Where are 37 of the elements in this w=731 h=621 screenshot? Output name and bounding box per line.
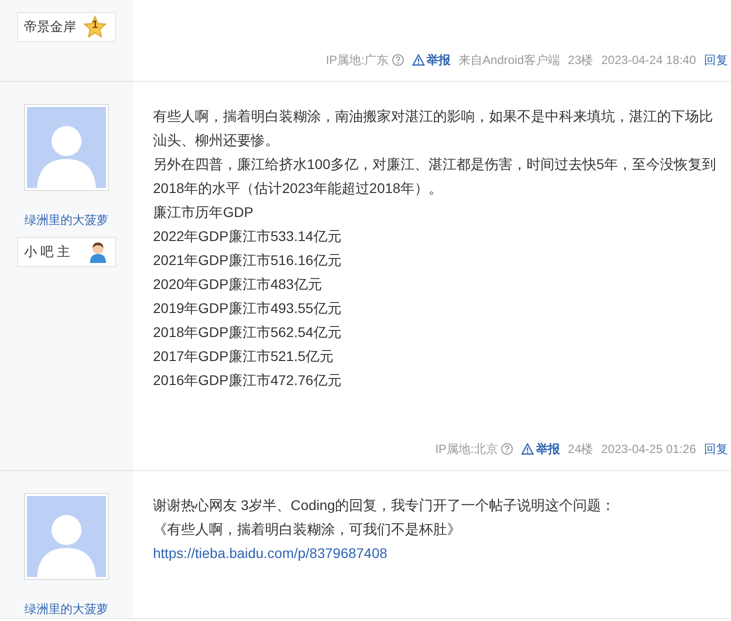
badge-label: 帝景金岸: [24, 18, 76, 36]
help-icon[interactable]: [500, 443, 513, 455]
post-text: 2017年GDP廉江市521.5亿元: [153, 347, 335, 366]
post-text: 2019年GDP廉江市493.55亿元: [153, 299, 342, 318]
level-number: 1: [90, 19, 100, 31]
post-time: 2023-04-25 01:26: [601, 441, 696, 458]
person-icon: [89, 241, 107, 263]
post-text: 2018年GDP廉江市562.54亿元: [153, 323, 342, 342]
post-text: 2021年GDP廉江市516.16亿元: [153, 251, 342, 270]
post-text: 2022年GDP廉江市533.14亿元: [153, 227, 342, 246]
post-link[interactable]: https://tieba.baidu.com/p/8379687408: [153, 545, 388, 561]
reply-link[interactable]: 回复: [704, 440, 728, 458]
help-icon[interactable]: [392, 54, 404, 66]
floor-number: 23楼: [568, 52, 594, 69]
report-link[interactable]: 举报: [426, 51, 451, 69]
post-text: 2016年GDP廉江市472.76亿元: [153, 371, 342, 390]
post-text: 另外在四普，廉江给挤水100多亿，对廉江、湛江都是伤害，时间过去快5年，至今没恢复到2018年的水平（估计2023年能超过2018年）。: [153, 155, 718, 198]
reply-link[interactable]: 回复: [704, 51, 728, 69]
post-text: 2020年GDP廉江市483亿元: [153, 275, 323, 294]
floor-number: 24楼: [568, 441, 594, 458]
ip-location: IP属地:广东: [326, 52, 389, 69]
avatar-icon[interactable]: [24, 493, 109, 580]
warning-icon[interactable]: [520, 443, 534, 455]
avatar-icon[interactable]: [24, 104, 109, 191]
post-text: 谢谢热心网友 3岁半、Coding的回复，我专门开了一个帖子说明这个问题：: [153, 496, 616, 515]
username-link[interactable]: 绿洲里的大菠萝: [24, 211, 108, 229]
post-text: 廉江市历年GDP: [153, 203, 254, 222]
report-link[interactable]: 举报: [536, 440, 560, 458]
post-time: 2023-04-24 18:40: [601, 52, 696, 69]
star-icon: [83, 15, 107, 39]
badge-label: 小 吧 主: [24, 243, 70, 261]
warning-icon[interactable]: [412, 54, 425, 66]
post-text: 《有些人啊，揣着明白装糊涂，可我们不是杯肚》: [153, 520, 462, 539]
source-label: 来自: [458, 52, 483, 69]
post-text: 有些人啊，揣着明白装糊涂，南油搬家对湛江的影响，如果不是中科来填坑，湛江的下场比汕头、柳州还要惨。: [153, 107, 714, 150]
username-link[interactable]: 绿洲里的大菠萝: [24, 600, 108, 618]
ip-location: IP属地:北京: [435, 441, 498, 458]
